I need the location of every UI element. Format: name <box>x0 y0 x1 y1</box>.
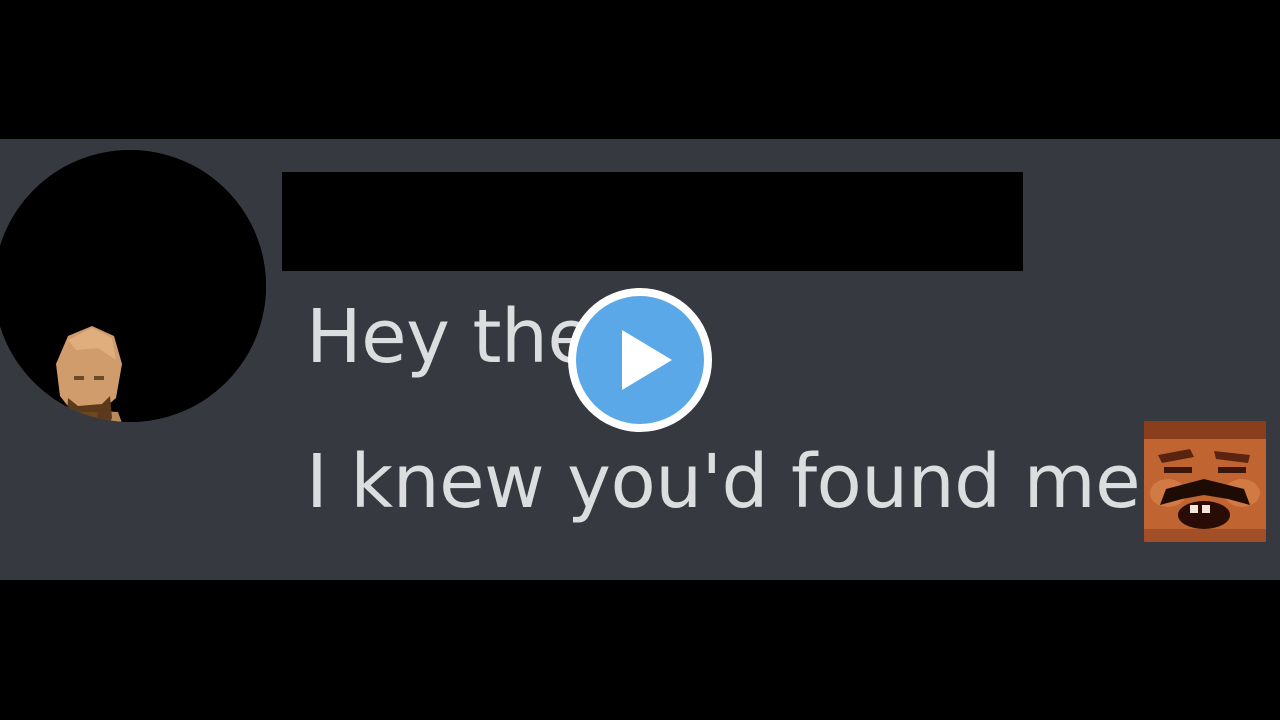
play-button[interactable] <box>566 286 714 434</box>
message-line-2: I knew you'd found me <box>306 439 1141 525</box>
play-icon <box>568 288 712 432</box>
bearded-character-avatar-icon <box>0 150 266 422</box>
laughing-man-emoji-icon <box>1144 421 1266 542</box>
message-line-1: Hey the <box>306 294 593 380</box>
user-avatar[interactable] <box>0 150 266 422</box>
redacted-username <box>282 172 1023 271</box>
video-thumbnail: Hey the I knew you'd found me <box>0 0 1280 720</box>
